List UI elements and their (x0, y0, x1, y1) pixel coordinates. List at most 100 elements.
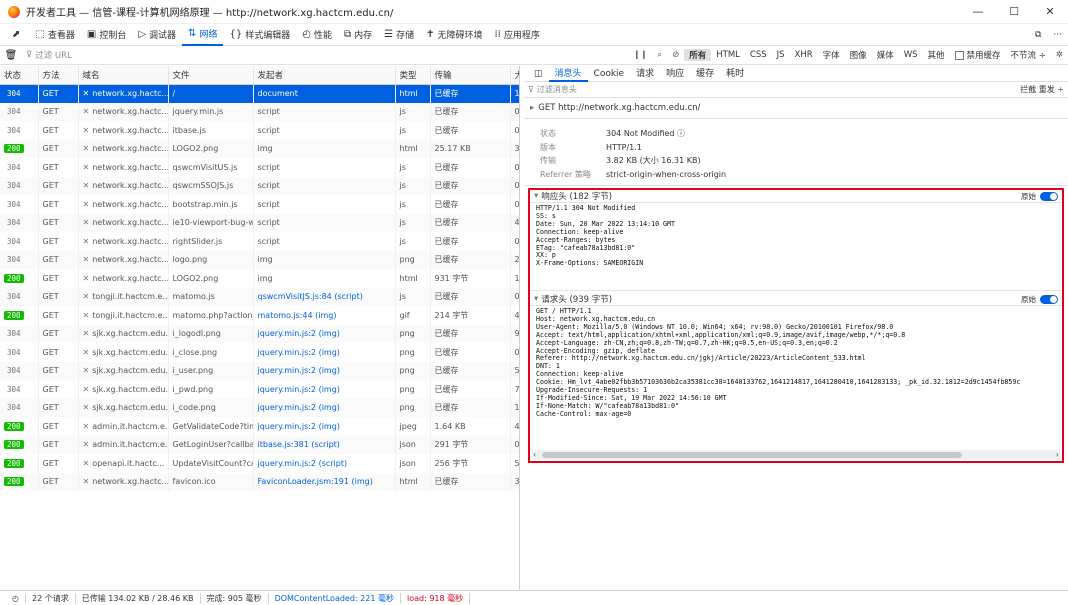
filter-type-font[interactable]: 字体 (818, 49, 845, 61)
more-menu-button[interactable]: ··· (1047, 24, 1068, 46)
sidebar-toggle-icon[interactable]: ◫ (528, 66, 549, 82)
tab-style-editor[interactable]: {} 样式编辑器 (223, 24, 296, 46)
raw-toggle[interactable]: 原始 (1021, 294, 1058, 305)
tab-debugger[interactable]: ▷ 调试器 (132, 24, 182, 46)
filter-type-all[interactable]: 所有 (684, 49, 712, 61)
tab-cache[interactable]: 缓存 (690, 66, 720, 82)
tab-headers[interactable]: 消息头 (548, 66, 588, 82)
status-badge-text: 304 (7, 199, 21, 209)
block-resend-buttons[interactable]: 拦截 重发 ÷ (1020, 84, 1064, 95)
element-picker-icon[interactable]: ⬈ (6, 24, 29, 46)
method-cell-text: GET (42, 347, 59, 357)
maximize-button[interactable]: ☐ (996, 5, 1032, 18)
table-row[interactable]: 304 GET ✕ network.xg.hactc... rightSlider.js… (0, 232, 519, 251)
table-row[interactable]: 200 GET ✕ network.xg.hactc... LOGO2.png img ht… (0, 269, 519, 288)
column-header-file[interactable]: 文件 (168, 66, 254, 85)
table-row[interactable]: 304 GET ✕ sjk.xg.hactcm.edu... i_close.png jq… (0, 343, 519, 362)
table-row[interactable]: 304 GET ✕ network.xg.hactc... jquery.min.js s… (0, 102, 519, 121)
scrollbar-thumb[interactable] (542, 451, 962, 458)
initiator-cell-text[interactable]: jquery.min.js:2 (img) (258, 366, 340, 375)
table-row[interactable]: 304 GET ✕ network.xg.hactc... ie10-viewport-… (0, 213, 519, 232)
filter-type-image[interactable]: 图像 (845, 49, 872, 61)
scroll-left-icon[interactable]: ‹ (533, 450, 536, 459)
table-row[interactable]: 304 GET ✕ network.xg.hactc... bootstrap.min.… (0, 195, 519, 214)
close-button[interactable]: ✕ (1032, 5, 1068, 18)
column-header-method[interactable]: 方法 (38, 66, 79, 85)
column-header-domain[interactable]: 域名 (78, 66, 169, 85)
filter-url-input[interactable]: ⊽ 过滤 URL (22, 49, 402, 61)
table-row[interactable]: 304 GET ✕ network.xg.hactc... / document html 已… (0, 84, 519, 103)
filter-type-other[interactable]: 其他 (923, 49, 950, 61)
table-row[interactable]: 200 GET ✕ admin.it.hactcm.e... GetValidateCo… (0, 417, 519, 436)
pause-icon[interactable]: ❙❙ (628, 50, 652, 60)
performance-icon[interactable]: ◴ (6, 593, 26, 603)
filter-type-html[interactable]: HTML (711, 50, 745, 60)
response-headers-section[interactable]: ▾ 响应头 (182 字节) 原始 (530, 190, 1062, 203)
table-row[interactable]: 200 GET ✕ network.xg.hactc... favicon.ico Fav… (0, 472, 519, 491)
initiator-cell-text[interactable]: jquery.min.js:2 (img) (258, 422, 340, 431)
tab-network[interactable]: ⇅ 网络 (182, 24, 224, 46)
type-cell-text: js (399, 162, 406, 172)
horizontal-scrollbar[interactable]: ‹ › (532, 450, 1060, 459)
tab-request[interactable]: 请求 (630, 66, 660, 82)
table-row[interactable]: 200 GET ✕ admin.it.hactcm.e... GetLoginUser?… (0, 435, 519, 454)
tab-response[interactable]: 响应 (660, 66, 690, 82)
table-row[interactable]: 304 GET ✕ network.xg.hactc... qswcmSSOJS.js s… (0, 176, 519, 195)
tab-memory[interactable]: ⧉ 内存 (338, 24, 378, 46)
column-header-initiator[interactable]: 发起者 (253, 66, 396, 85)
headers-filter-input[interactable]: 过滤消息头 (537, 84, 577, 95)
block-icon[interactable]: ⊘ (667, 50, 684, 60)
initiator-cell-text[interactable]: jquery.min.js:2 (img) (258, 403, 340, 412)
throttle-select[interactable]: 不节流 ÷ (1006, 49, 1051, 61)
filter-type-ws[interactable]: WS (899, 50, 923, 60)
table-row[interactable]: 304 GET ✕ network.xg.hactc... itbase.js scrip… (0, 121, 519, 140)
initiator-cell-text[interactable]: qswcmVisitJS.js:84 (script) (258, 292, 363, 301)
dock-icon[interactable]: ⧉ (1029, 24, 1047, 46)
column-header-transfer[interactable]: 传输 (430, 66, 511, 85)
filter-type-media[interactable]: 媒体 (872, 49, 899, 61)
tab-console[interactable]: ▣ 控制台 (81, 24, 132, 46)
tab-accessibility[interactable]: ✝ 无障碍环境 (420, 24, 488, 46)
tab-timings[interactable]: 耗时 (720, 66, 750, 82)
table-row[interactable]: 304 GET ✕ network.xg.hactc... logo.png img png… (0, 250, 519, 269)
settings-gear-icon[interactable]: ✲ (1051, 50, 1068, 60)
table-row[interactable]: 200 GET ✕ openapi.it.hactc... UpdateVisitCou… (0, 454, 519, 473)
initiator-cell-text[interactable]: FaviconLoader.jsm:191 (img) (258, 477, 373, 486)
method-cell-text: GET (42, 366, 59, 376)
table-row[interactable]: 304 GET ✕ network.xg.hactc... qswcmVisitUS.j… (0, 158, 519, 177)
table-row[interactable]: 200 GET ✕ tongji.it.hactcm.e... matomo.php?a… (0, 306, 519, 325)
initiator-cell-text[interactable]: jquery.min.js:2 (img) (258, 329, 340, 338)
filter-type-xhr[interactable]: XHR (790, 50, 818, 60)
initiator-cell-text[interactable]: jquery.min.js:2 (script) (258, 459, 348, 468)
trash-icon[interactable]: 🗑 (0, 50, 22, 61)
size-cell: 0 字 (510, 195, 519, 214)
search-icon[interactable]: ⌕ (652, 50, 667, 60)
minimize-button[interactable]: — (960, 5, 996, 18)
initiator-cell-text[interactable]: jquery.min.js:2 (img) (258, 348, 340, 357)
table-row[interactable]: 304 GET ✕ sjk.xg.hactcm.edu... i_pwd.png jque… (0, 380, 519, 399)
table-row[interactable]: 304 GET ✕ tongji.it.hactcm.e... matomo.js qsw… (0, 287, 519, 306)
tab-inspector[interactable]: ⬚ 查看器 (29, 24, 80, 46)
table-row[interactable]: 304 GET ✕ sjk.xg.hactcm.edu... i_code.png jqu… (0, 398, 519, 417)
request-headers-section[interactable]: ▾ 请求头 (939 字节) 原始 (530, 293, 1062, 306)
table-row[interactable]: 304 GET ✕ sjk.xg.hactcm.edu... i_logodl.png j… (0, 324, 519, 343)
initiator-cell-text[interactable]: jquery.min.js:2 (img) (258, 385, 340, 394)
raw-toggle[interactable]: 原始 (1021, 191, 1058, 202)
initiator-cell-text[interactable]: itbase.js:381 (script) (258, 440, 340, 449)
filter-type-css[interactable]: CSS (745, 50, 772, 60)
table-row[interactable]: 304 GET ✕ sjk.xg.hactcm.edu... i_user.png jqu… (0, 361, 519, 380)
tab-application[interactable]: ⁞⁞ 应用程序 (489, 24, 546, 46)
tab-storage[interactable]: ☰ 存储 (378, 24, 420, 46)
disable-cache-checkbox[interactable]: 禁用缓存 (950, 49, 1006, 61)
request-url-line[interactable]: ▸ GET http://network.xg.hactcm.edu.cn/ (524, 98, 1068, 119)
filter-type-js[interactable]: JS (772, 50, 790, 60)
initiator-cell-text[interactable]: matomo.js:44 (img) (258, 311, 337, 320)
headers-filter[interactable]: ⊽ 过滤消息头 拦截 重发 ÷ (524, 82, 1068, 98)
column-header-status[interactable]: 状态 (0, 66, 39, 85)
table-row[interactable]: 200 GET ✕ network.xg.hactc... LOGO2.png img ht… (0, 139, 519, 158)
scroll-right-icon[interactable]: › (1056, 450, 1059, 459)
tab-cookie[interactable]: Cookie (588, 66, 631, 82)
tab-performance[interactable]: ◴ 性能 (296, 24, 338, 46)
column-header-size[interactable]: 大 (510, 66, 519, 85)
column-header-type[interactable]: 类型 (395, 66, 431, 85)
